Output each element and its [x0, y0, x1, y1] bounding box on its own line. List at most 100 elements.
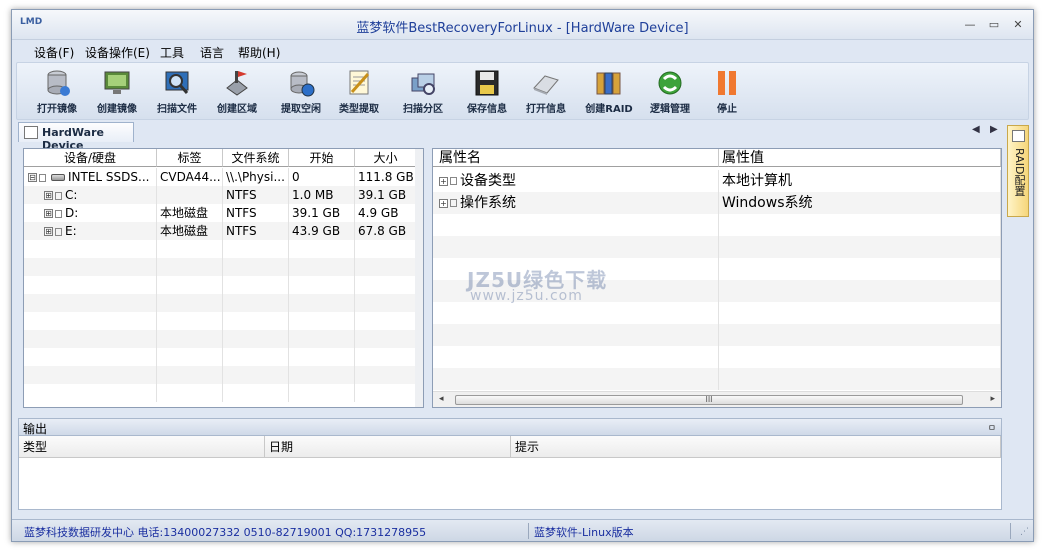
device-grid[interactable]: 设备/硬盘 标签 文件系统 开始 大小 ⊟ INTEL SSDS... CVDA44… — [23, 148, 424, 408]
empty-cell — [223, 312, 289, 330]
cell-fs: NTFS — [223, 186, 289, 204]
table-row[interactable]: ⊞ E: 本地磁盘 NTFS 43.9 GB 67.8 GB — [24, 222, 417, 240]
output-col-type[interactable]: 类型 — [19, 436, 265, 458]
expand-icon[interactable]: + — [439, 198, 448, 208]
extract-free-button[interactable]: 提取空闲 — [273, 66, 329, 118]
property-row[interactable] — [433, 302, 1001, 324]
type-extract-icon — [349, 70, 370, 95]
col-header-label[interactable]: 标签 — [157, 149, 223, 167]
cell-size: 67.8 GB — [355, 222, 417, 240]
extract-free-icon — [290, 71, 315, 97]
stop-button[interactable]: 停止 — [699, 66, 755, 118]
empty-cell — [289, 384, 355, 402]
col-header-size[interactable]: 大小 — [355, 149, 417, 167]
property-value-cell: 本地计算机 — [719, 170, 1001, 192]
app-window: LMD 蓝梦软件BestRecoveryForLinux - [HardWare… — [11, 9, 1034, 542]
scroll-left-icon[interactable]: ◂ — [439, 394, 444, 404]
title-bar[interactable]: LMD 蓝梦软件BestRecoveryForLinux - [HardWare… — [12, 10, 1033, 40]
cell-label: 本地磁盘 — [157, 204, 223, 222]
pin-icon[interactable]: ㅁ — [988, 421, 996, 434]
table-row[interactable] — [24, 384, 417, 402]
table-row[interactable] — [24, 276, 417, 294]
menu-device-ops[interactable]: 设备操作(E) — [85, 44, 150, 61]
menu-device[interactable]: 设备(F) — [34, 44, 74, 61]
empty-cell — [157, 258, 223, 276]
create-image-button[interactable]: 创建镜像 — [89, 66, 145, 118]
table-row[interactable] — [24, 366, 417, 384]
empty-cell — [289, 258, 355, 276]
open-info-button[interactable]: 打开信息 — [518, 66, 574, 118]
expand-icon[interactable]: ⊞ — [44, 227, 53, 236]
output-col-date[interactable]: 日期 — [265, 436, 511, 458]
logic-manage-button[interactable]: 逻辑管理 — [642, 66, 698, 118]
scan-file-button[interactable]: 扫描文件 — [149, 66, 205, 118]
scroll-right-icon[interactable]: ▸ — [990, 394, 995, 404]
empty-cell — [24, 240, 157, 258]
status-version: 蓝梦软件-Linux版本 — [534, 526, 634, 539]
property-row[interactable] — [433, 236, 1001, 258]
menu-language[interactable]: 语言 — [200, 44, 224, 61]
table-row[interactable] — [24, 312, 417, 330]
empty-cell — [157, 240, 223, 258]
collapse-icon[interactable]: ⊟ — [28, 173, 37, 182]
property-row[interactable]: + 操作系统 Windows系统 — [433, 192, 1001, 214]
property-hscrollbar[interactable]: ◂ III ▸ — [433, 391, 1001, 407]
property-value-cell — [719, 280, 1001, 302]
expand-icon[interactable]: ⊞ — [44, 209, 53, 218]
tab-next-icon[interactable]: ▶ — [990, 124, 998, 135]
cell-label — [157, 186, 223, 204]
resize-grip-icon[interactable]: ⋰ — [1020, 527, 1029, 537]
scan-partition-button[interactable]: 扫描分区 — [395, 66, 451, 118]
empty-cell — [355, 348, 417, 366]
table-row[interactable]: ⊟ INTEL SSDS... CVDA44... \\.\Physi... 0 111.… — [24, 168, 417, 186]
expand-icon[interactable]: ⊞ — [44, 191, 53, 200]
empty-cell — [223, 294, 289, 312]
output-col-hint[interactable]: 提示 — [511, 436, 1001, 458]
table-row[interactable] — [24, 348, 417, 366]
minimize-button[interactable]: — — [962, 18, 978, 32]
cell-start: 39.1 GB — [289, 204, 355, 222]
col-header-filesystem[interactable]: 文件系统 — [223, 149, 289, 167]
table-row[interactable] — [24, 258, 417, 276]
property-row[interactable] — [433, 368, 1001, 390]
table-row[interactable] — [24, 330, 417, 348]
menu-tools[interactable]: 工具 — [160, 44, 184, 61]
tab-hardware-device[interactable]: HardWare Device — [18, 122, 134, 152]
create-region-button[interactable]: 创建区域 — [209, 66, 265, 118]
empty-cell — [355, 312, 417, 330]
table-row[interactable]: ⊞ D: 本地磁盘 NTFS 39.1 GB 4.9 GB — [24, 204, 417, 222]
col-header-device[interactable]: 设备/硬盘 — [24, 149, 157, 167]
tab-prev-icon[interactable]: ◀ — [972, 124, 980, 135]
property-name-cell — [433, 214, 719, 236]
output-panel[interactable]: 类型 日期 提示 — [18, 436, 1002, 510]
property-row[interactable]: + 设备类型 本地计算机 — [433, 170, 1001, 192]
empty-cell — [24, 348, 157, 366]
col-header-property-name[interactable]: 属性名 — [433, 149, 719, 167]
property-row[interactable] — [433, 324, 1001, 346]
table-row[interactable] — [24, 240, 417, 258]
property-name: 设备类型 — [460, 173, 516, 189]
close-button[interactable]: ✕ — [1010, 18, 1026, 32]
raid-config-tab[interactable]: RAID配置 — [1007, 125, 1029, 217]
type-extract-button[interactable]: 类型提取 — [331, 66, 387, 118]
empty-cell — [289, 276, 355, 294]
expand-icon[interactable]: + — [439, 176, 448, 186]
device-grid-scrollbar[interactable] — [415, 149, 423, 407]
empty-cell — [24, 258, 157, 276]
property-row[interactable] — [433, 214, 1001, 236]
property-row[interactable] — [433, 346, 1001, 368]
table-row[interactable]: ⊞ C: NTFS 1.0 MB 39.1 GB — [24, 186, 417, 204]
empty-cell — [289, 312, 355, 330]
empty-cell — [223, 276, 289, 294]
status-divider — [528, 523, 529, 539]
raid-config-icon — [1012, 130, 1025, 142]
restore-button[interactable]: ▭ — [986, 18, 1002, 32]
scroll-thumb[interactable]: III — [455, 395, 963, 405]
save-info-button[interactable]: 保存信息 — [459, 66, 515, 118]
menu-help[interactable]: 帮助(H) — [238, 44, 280, 61]
create-raid-button[interactable]: 创建RAID — [581, 66, 637, 118]
col-header-start[interactable]: 开始 — [289, 149, 355, 167]
col-header-property-value[interactable]: 属性值 — [719, 149, 1001, 167]
open-image-button[interactable]: 打开镜像 — [29, 66, 85, 118]
table-row[interactable] — [24, 294, 417, 312]
